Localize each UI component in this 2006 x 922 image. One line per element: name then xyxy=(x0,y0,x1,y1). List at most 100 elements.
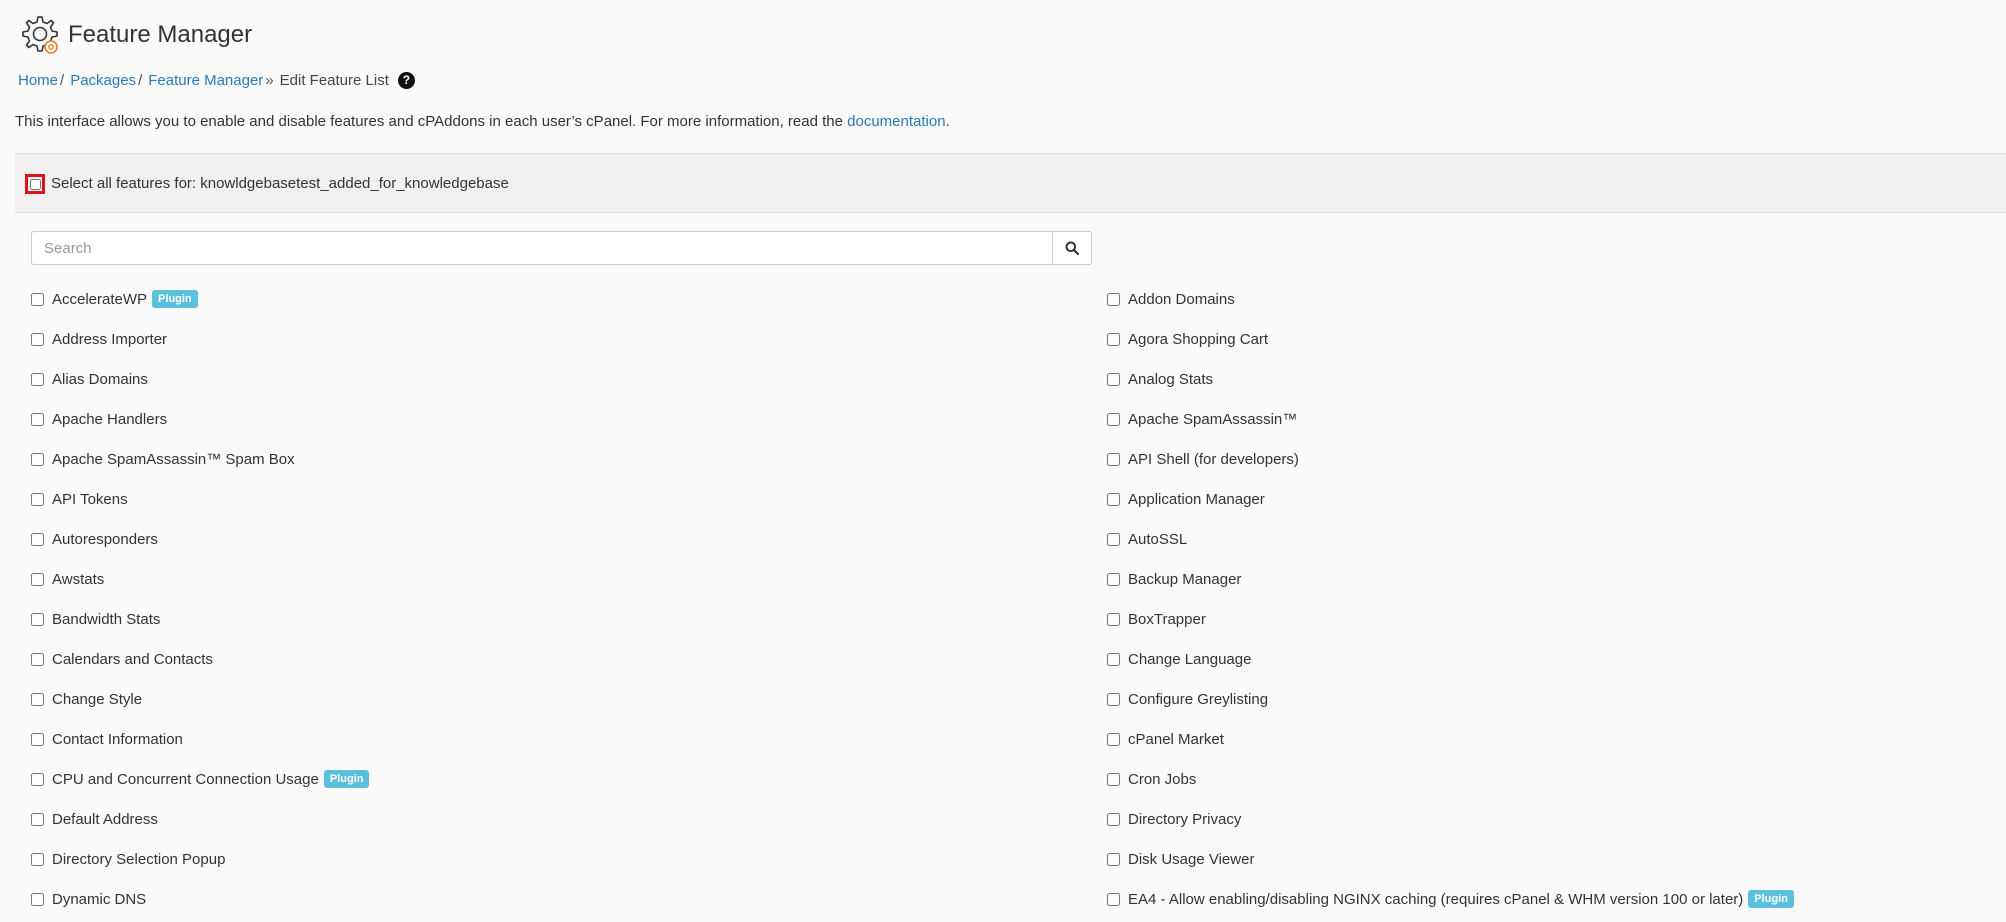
select-all-bar: Select all features for: knowldgebasetes… xyxy=(15,153,2006,213)
feature-label[interactable]: Address Importer xyxy=(52,331,167,348)
feature-checkbox[interactable] xyxy=(1107,812,1120,826)
feature-checkbox[interactable] xyxy=(1107,452,1120,466)
feature-checkbox[interactable] xyxy=(1107,292,1120,306)
feature-label[interactable]: Calendars and Contacts xyxy=(52,651,213,668)
feature-item-ea4-allow-enabling-disabling-nginx-caching-requires-cpanel-whm-version-100-or-later: EA4 - Allow enabling/disabling NGINX cac… xyxy=(1107,879,1794,919)
feature-label[interactable]: AutoSSL xyxy=(1128,531,1187,548)
feature-label[interactable]: Default Address xyxy=(52,811,158,828)
feature-item-acceleratewp: AccelerateWP Plugin xyxy=(31,279,369,319)
feature-item-cpu-and-concurrent-connection-usage: CPU and Concurrent Connection Usage Plugi… xyxy=(31,759,370,799)
feature-column-left: AccelerateWP Plugin Address Importer Alias … xyxy=(31,279,370,919)
feature-label[interactable]: BoxTrapper xyxy=(1128,611,1206,628)
feature-item-address-importer: Address Importer xyxy=(31,319,369,359)
feature-checkbox[interactable] xyxy=(31,692,44,706)
intro-text: This interface allows you to enable and … xyxy=(15,113,950,130)
feature-checkbox[interactable] xyxy=(31,892,44,906)
feature-label[interactable]: Change Language xyxy=(1128,651,1251,668)
feature-label[interactable]: cPanel Market xyxy=(1128,731,1224,748)
feature-label[interactable]: Change Style xyxy=(52,691,142,708)
feature-checkbox[interactable] xyxy=(31,772,44,786)
breadcrumb-home[interactable]: Home xyxy=(18,72,58,89)
intro-sentence: This interface allows you to enable and … xyxy=(15,113,848,130)
feature-checkbox[interactable] xyxy=(31,412,44,426)
breadcrumb-feature-manager[interactable]: Feature Manager xyxy=(148,72,263,89)
search-button[interactable] xyxy=(1053,231,1092,265)
feature-label[interactable]: Apache Handlers xyxy=(52,411,167,428)
page-title: Feature Manager xyxy=(68,21,253,48)
feature-item-autossl: AutoSSL xyxy=(1107,519,1794,559)
feature-label[interactable]: Application Manager xyxy=(1128,491,1265,508)
feature-label[interactable]: Cron Jobs xyxy=(1128,771,1196,788)
feature-label[interactable]: Apache SpamAssassin™ Spam Box xyxy=(52,451,295,468)
feature-checkbox[interactable] xyxy=(1107,852,1120,866)
help-icon[interactable]: ? xyxy=(397,72,415,89)
feature-checkbox[interactable] xyxy=(1107,412,1120,426)
feature-label[interactable]: AccelerateWP xyxy=(52,291,147,308)
feature-checkbox[interactable] xyxy=(31,492,44,506)
select-all-checkbox[interactable] xyxy=(29,178,41,190)
feature-checkbox[interactable] xyxy=(1107,692,1120,706)
feature-checkbox[interactable] xyxy=(1107,332,1120,346)
search-input[interactable] xyxy=(31,231,1053,265)
feature-checkbox[interactable] xyxy=(31,372,44,386)
feature-label[interactable]: Autoresponders xyxy=(52,531,158,548)
feature-checkbox[interactable] xyxy=(31,732,44,746)
feature-checkbox[interactable] xyxy=(1107,732,1120,746)
feature-label[interactable]: Backup Manager xyxy=(1128,571,1241,588)
feature-item-directory-selection-popup: Directory Selection Popup xyxy=(31,839,369,879)
feature-label[interactable]: Awstats xyxy=(52,571,104,588)
feature-item-bandwidth-stats: Bandwidth Stats xyxy=(31,599,369,639)
feature-label[interactable]: Addon Domains xyxy=(1128,291,1235,308)
feature-label[interactable]: CPU and Concurrent Connection Usage xyxy=(52,771,319,788)
feature-checkbox[interactable] xyxy=(31,452,44,466)
feature-checkbox[interactable] xyxy=(1107,532,1120,546)
feature-checkbox[interactable] xyxy=(31,572,44,586)
feature-label[interactable]: API Tokens xyxy=(52,491,128,508)
feature-item-dynamic-dns: Dynamic DNS xyxy=(31,879,369,919)
search-group xyxy=(31,231,1092,265)
feature-checkbox[interactable] xyxy=(1107,492,1120,506)
feature-label[interactable]: EA4 - Allow enabling/disabling NGINX cac… xyxy=(1128,891,1743,908)
plugin-badge: Plugin xyxy=(323,770,370,788)
feature-checkbox[interactable] xyxy=(31,652,44,666)
feature-checkbox[interactable] xyxy=(31,812,44,826)
feature-item-backup-manager: Backup Manager xyxy=(1107,559,1794,599)
feature-label[interactable]: Directory Privacy xyxy=(1128,811,1241,828)
feature-checkbox[interactable] xyxy=(1107,772,1120,786)
feature-label[interactable]: Agora Shopping Cart xyxy=(1128,331,1268,348)
feature-checkbox[interactable] xyxy=(1107,612,1120,626)
select-all-highlight xyxy=(25,174,45,194)
search-icon xyxy=(1065,241,1079,255)
feature-label[interactable]: Dynamic DNS xyxy=(52,891,146,908)
breadcrumb-current: Edit Feature List xyxy=(279,72,389,89)
feature-label[interactable]: Alias Domains xyxy=(52,371,148,388)
feature-label[interactable]: Directory Selection Popup xyxy=(52,851,225,868)
feature-item-apache-spamassassin-spam-box: Apache SpamAssassin™ Spam Box xyxy=(31,439,369,479)
feature-checkbox[interactable] xyxy=(1107,372,1120,386)
feature-checkbox[interactable] xyxy=(31,292,44,306)
breadcrumb-packages[interactable]: Packages xyxy=(70,72,136,89)
feature-label[interactable]: API Shell (for developers) xyxy=(1128,451,1299,468)
feature-label[interactable]: Contact Information xyxy=(52,731,183,748)
feature-label[interactable]: Disk Usage Viewer xyxy=(1128,851,1254,868)
breadcrumb-separator: / xyxy=(60,72,65,89)
feature-label[interactable]: Apache SpamAssassin™ xyxy=(1128,411,1297,428)
documentation-link[interactable]: documentation xyxy=(847,113,945,130)
feature-item-apache-spamassassin: Apache SpamAssassin™ xyxy=(1107,399,1794,439)
feature-label[interactable]: Bandwidth Stats xyxy=(52,611,160,628)
feature-item-change-style: Change Style xyxy=(31,679,369,719)
feature-checkbox[interactable] xyxy=(31,612,44,626)
feature-checkbox[interactable] xyxy=(31,332,44,346)
feature-checkbox[interactable] xyxy=(1107,892,1120,906)
feature-item-disk-usage-viewer: Disk Usage Viewer xyxy=(1107,839,1794,879)
plugin-badge: Plugin xyxy=(1748,890,1794,908)
feature-item-cron-jobs: Cron Jobs xyxy=(1107,759,1794,799)
feature-checkbox[interactable] xyxy=(31,532,44,546)
feature-label[interactable]: Configure Greylisting xyxy=(1128,691,1268,708)
page-header: Feature Manager xyxy=(18,14,252,56)
feature-checkbox[interactable] xyxy=(1107,652,1120,666)
feature-checkbox[interactable] xyxy=(1107,572,1120,586)
feature-checkbox[interactable] xyxy=(31,852,44,866)
feature-label[interactable]: Analog Stats xyxy=(1128,371,1213,388)
feature-item-api-tokens: API Tokens xyxy=(31,479,369,519)
